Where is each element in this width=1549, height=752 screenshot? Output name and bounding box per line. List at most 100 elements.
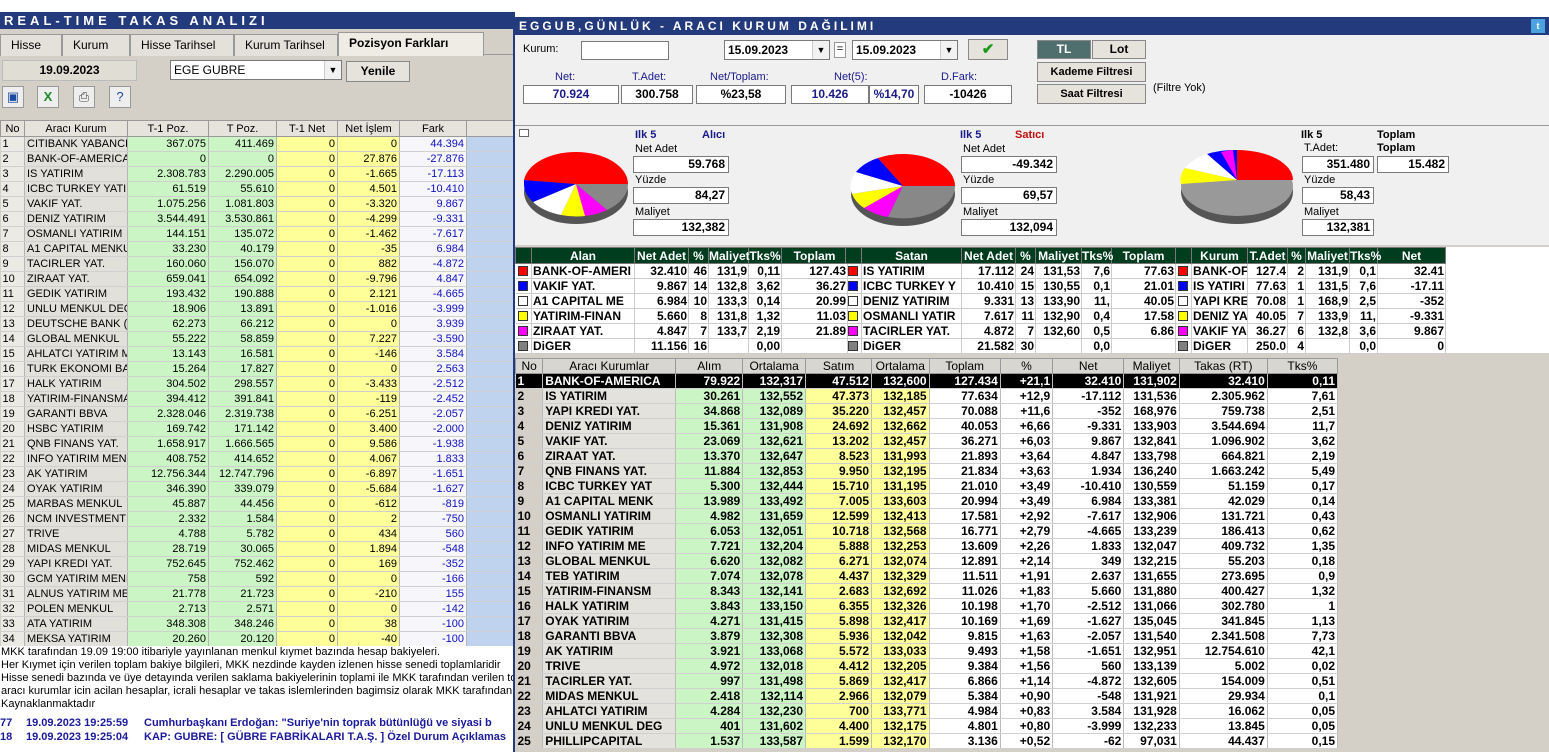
tab-hisse-tarihsel[interactable]: Hisse Tarihsel: [130, 34, 234, 56]
apply-check-button[interactable]: ✔: [968, 39, 1008, 60]
table-row[interactable]: 22 MIDAS MENKUL 2.418 132,114 2.966 132,079 5.…: [515, 688, 1339, 704]
satan-col-header[interactable]: Tks%: [1081, 247, 1113, 264]
satan-col-header[interactable]: Net Adet: [961, 247, 1016, 264]
table-row[interactable]: 5 VAKIF YAT. 1.075.256 1.081.803 0 -3.320 9.86…: [0, 196, 515, 212]
table-row[interactable]: 22 INFO YATIRIM MEN 408.752 414.652 0 4.067 1.…: [0, 451, 515, 467]
save-icon[interactable]: ▣: [2, 86, 24, 108]
table-row[interactable]: 19 AK YATIRIM 3.921 133,068 5.572 133,033 9.49…: [515, 643, 1339, 659]
table-row[interactable]: 20 HSBC YATIRIM 169.742 171.142 0 3.400 -2.000: [0, 421, 515, 437]
collapse-icon[interactable]: [519, 129, 529, 137]
alan-row[interactable]: BANK-OF-AMERI 32.410 46 131,9 0,11 127.43: [515, 263, 848, 279]
table-row[interactable]: 4 ICBC TURKEY YATIR 61.519 55.610 0 4.501 -10.…: [0, 181, 515, 197]
table-row[interactable]: 19 GARANTI BBVA 2.328.046 2.319.738 0 -6.251-…: [0, 406, 515, 422]
araci-kurumlar-col-header[interactable]: No: [515, 358, 544, 374]
tab-pozisyon-farklari[interactable]: Pozisyon Farkları: [338, 32, 484, 56]
araci-kurumlar-col-header[interactable]: Takas (RT): [1178, 358, 1268, 374]
positions-col-header[interactable]: T-1 Net: [276, 120, 338, 137]
excel-icon[interactable]: X: [37, 86, 59, 108]
araci-kurumlar-col-header[interactable]: %: [999, 358, 1054, 374]
kurum-input[interactable]: [581, 41, 669, 60]
table-row[interactable]: 12UNLU MENKUL DEGE18.90613.8910-1.016-3.…: [0, 301, 515, 317]
kurum-top-row[interactable]: IS YATIRI 77.63 1 131,5 7,6 -17.11: [1175, 278, 1446, 294]
table-row[interactable]: 23 AK YATIRIM 12.756.344 12.747.796 0 -6.897-…: [0, 466, 515, 482]
chevron-down-icon[interactable]: ▼: [324, 61, 341, 79]
table-row[interactable]: 5 VAKIF YAT. 23.069 132,621 13.202 132,457 36.…: [515, 433, 1339, 449]
table-row[interactable]: 14 GLOBAL MENKUL 55.222 58.859 0 7.227 -3.590: [0, 331, 515, 347]
satan-row[interactable]: OSMANLI YATIR 7.617 11 132,90 0,4 17.58: [845, 308, 1176, 324]
table-row[interactable]: 33 ATA YATIRIM 348.308 348.246 0 38 -100: [0, 616, 515, 632]
table-row[interactable]: 13 GLOBAL MENKUL 6.620 132,082 6.271 132,074 1…: [515, 553, 1339, 569]
table-row[interactable]: 13 DEUTSCHE BANK (Y 62.273 66.212 0 0 3.939: [0, 316, 515, 332]
kurum-top-col-header[interactable]: Maliyet: [1305, 247, 1350, 264]
table-row[interactable]: 11 GEDIK YATIRIM 6.053 132,051 10.718 132,568…: [515, 523, 1339, 539]
table-row[interactable]: 27 TRIVE 4.788 5.782 0 434 560: [0, 526, 515, 542]
kurum-top-row[interactable]: DiGER 250.0 4 0,0 0: [1175, 338, 1446, 354]
kurum-top-col-header[interactable]: Net: [1377, 247, 1446, 264]
table-row[interactable]: 8 ICBC TURKEY YAT 5.300 132,444 15.710 131,19…: [515, 478, 1339, 494]
table-row[interactable]: 23 AHLATCI YATIRIM 4.284 132,230 700 133,771 4…: [515, 703, 1339, 719]
table-row[interactable]: 10 OSMANLI YATIRIM 4.982 131,659 12.599 132,4…: [515, 508, 1339, 524]
table-row[interactable]: 2 BANK-OF-AMERICA 0 0 0 27.876 -27.876: [0, 151, 515, 167]
print-icon[interactable]: ⎙: [73, 86, 95, 108]
tab-kurum[interactable]: Kurum: [62, 34, 130, 56]
alan-col-header[interactable]: Net Adet: [634, 247, 689, 264]
satan-col-header[interactable]: Maliyet: [1035, 247, 1082, 264]
table-row[interactable]: 9 A1 CAPITAL MENK 13.989 133,492 7.005 133,60…: [515, 493, 1339, 509]
date-field[interactable]: 19.09.2023: [2, 60, 137, 81]
table-row[interactable]: 8 A1 CAPITAL MENKU 33.230 40.179 0 -35 6.984: [0, 241, 515, 257]
table-row[interactable]: 24 OYAK YATIRIM 346.390 339.079 0 -5.684 -1.62…: [0, 481, 515, 497]
table-row[interactable]: 4 DENIZ YATIRIM 15.361 131,908 24.692 132,662…: [515, 418, 1339, 434]
kurum-top-row[interactable]: DENIZ YA 40.05 7 133,9 11, -9.331: [1175, 308, 1446, 324]
table-row[interactable]: 10 ZIRAAT YAT. 659.041 654.092 0 -9.796 4.847: [0, 271, 515, 287]
twitter-icon[interactable]: t: [1531, 19, 1545, 33]
positions-col-header[interactable]: No: [0, 120, 25, 137]
satan-row[interactable]: IS YATIRIM 17.112 24 131,53 7,6 77.63: [845, 263, 1176, 279]
tab-hisse[interactable]: Hisse: [0, 34, 62, 56]
table-row[interactable]: 7 OSMANLI YATIRIM 144.151 135.072 0 -1.462 -7.…: [0, 226, 515, 242]
table-row[interactable]: 31 ALNUS YATIRIM ME 21.778 21.723 0 -210 155: [0, 586, 515, 602]
table-row[interactable]: 28 MIDAS MENKUL 28.719 30.065 0 1.894 -548: [0, 541, 515, 557]
positions-col-header[interactable]: T-1 Poz.: [127, 120, 209, 137]
table-row[interactable]: 16 HALK YATIRIM 3.843 133,150 6.355 132,326 10…: [515, 598, 1339, 614]
chevron-down-icon[interactable]: ▼: [812, 41, 829, 59]
news-item[interactable]: 77 19.09.2023 19:25:59 Cumhurbaşkanı Erdoğ…: [0, 716, 515, 730]
table-row[interactable]: 21 QNB FINANS YAT. 1.658.917 1.666.565 0 9.58…: [0, 436, 515, 452]
table-row[interactable]: 15 AHLATCI YATIRIM M 13.143 16.581 0 -146 3.58…: [0, 346, 515, 362]
araci-kurumlar-col-header[interactable]: Toplam: [928, 358, 1001, 374]
kademe-filter-button[interactable]: Kademe Filtresi: [1037, 62, 1146, 82]
satan-col-header[interactable]: %: [1015, 247, 1036, 264]
alan-col-header[interactable]: Toplam: [781, 247, 848, 264]
table-row[interactable]: 1 BANK-OF-AMERICA 79.922 132,317 47.512 132,6…: [515, 373, 1339, 389]
alan-col-header[interactable]: %: [688, 247, 709, 264]
date-to-select[interactable]: 15.09.2023 ▼: [852, 40, 958, 60]
kurum-top-row[interactable]: VAKIF YA 36.27 6 132,8 3,6 9.867: [1175, 323, 1446, 339]
table-row[interactable]: 16 TURK EKONOMI BAN 15.264 17.827 0 0 2.563: [0, 361, 515, 377]
table-row[interactable]: 17 OYAK YATIRIM 4.271 131,415 5.898 132,417 10…: [515, 613, 1339, 629]
table-row[interactable]: 25 PHILLIPCAPITAL 1.537 133,587 1.599 132,170…: [515, 733, 1339, 749]
satan-col-header[interactable]: Toplam: [1111, 247, 1176, 264]
table-row[interactable]: 2 IS YATIRIM 30.261 132,552 47.373 132,185 77.…: [515, 388, 1339, 404]
table-row[interactable]: 25 MARBAS MENKUL 45.887 44.456 0 -612 -819: [0, 496, 515, 512]
tl-button[interactable]: TL: [1037, 40, 1091, 59]
table-row[interactable]: 32 POLEN MENKUL 2.713 2.571 0 0 -142: [0, 601, 515, 617]
saat-filter-button[interactable]: Saat Filtresi: [1037, 84, 1146, 104]
table-row[interactable]: 20 TRIVE 4.972 132,018 4.412 132,205 9.384 +1,5…: [515, 658, 1339, 674]
alan-row[interactable]: ZIRAAT YAT. 4.847 7 133,7 2,19 21.89: [515, 323, 848, 339]
araci-kurumlar-col-header[interactable]: Aracı Kurumlar: [542, 358, 677, 374]
table-row[interactable]: 6 ZIRAAT YAT. 13.370 132,647 8.523 131,993 21.…: [515, 448, 1339, 464]
satan-row[interactable]: DENIZ YATIRIM 9.331 13 133,90 11, 40.05: [845, 293, 1176, 309]
table-row[interactable]: 11 GEDIK YATIRIM 193.432 190.888 0 2.121 -4.66…: [0, 286, 515, 302]
araci-kurumlar-col-header[interactable]: Ortalama: [742, 358, 807, 374]
alan-col-header[interactable]: Tks%: [748, 247, 782, 264]
positions-col-header[interactable]: Net İşlem: [337, 120, 400, 137]
table-row[interactable]: 14 TEB YATIRIM 7.074 132,078 4.437 132,329 11.…: [515, 568, 1339, 584]
kurum-top-col-header[interactable]: %: [1287, 247, 1306, 264]
araci-kurumlar-col-header[interactable]: Net: [1052, 358, 1125, 374]
kurum-top-row[interactable]: YAPI KRE 70.08 1 168,9 2,5 -352: [1175, 293, 1446, 309]
news-item[interactable]: 18 19.09.2023 19:25:04 KAP: GUBRE: [ GÜBRE…: [0, 730, 515, 744]
alan-row[interactable]: YATIRIM-FINAN 5.660 8 131,8 1,32 11.03: [515, 308, 848, 324]
table-row[interactable]: 3 IS YATIRIM 2.308.783 2.290.005 0 -1.665 -17.…: [0, 166, 515, 182]
kurum-top-row[interactable]: BANK-OF- 127.4 2 131,9 0,1 32.41: [1175, 263, 1446, 279]
satan-row[interactable]: ICBC TURKEY Y 10.410 15 130,55 0,1 21.01: [845, 278, 1176, 294]
alan-col-header[interactable]: Maliyet: [708, 247, 750, 264]
